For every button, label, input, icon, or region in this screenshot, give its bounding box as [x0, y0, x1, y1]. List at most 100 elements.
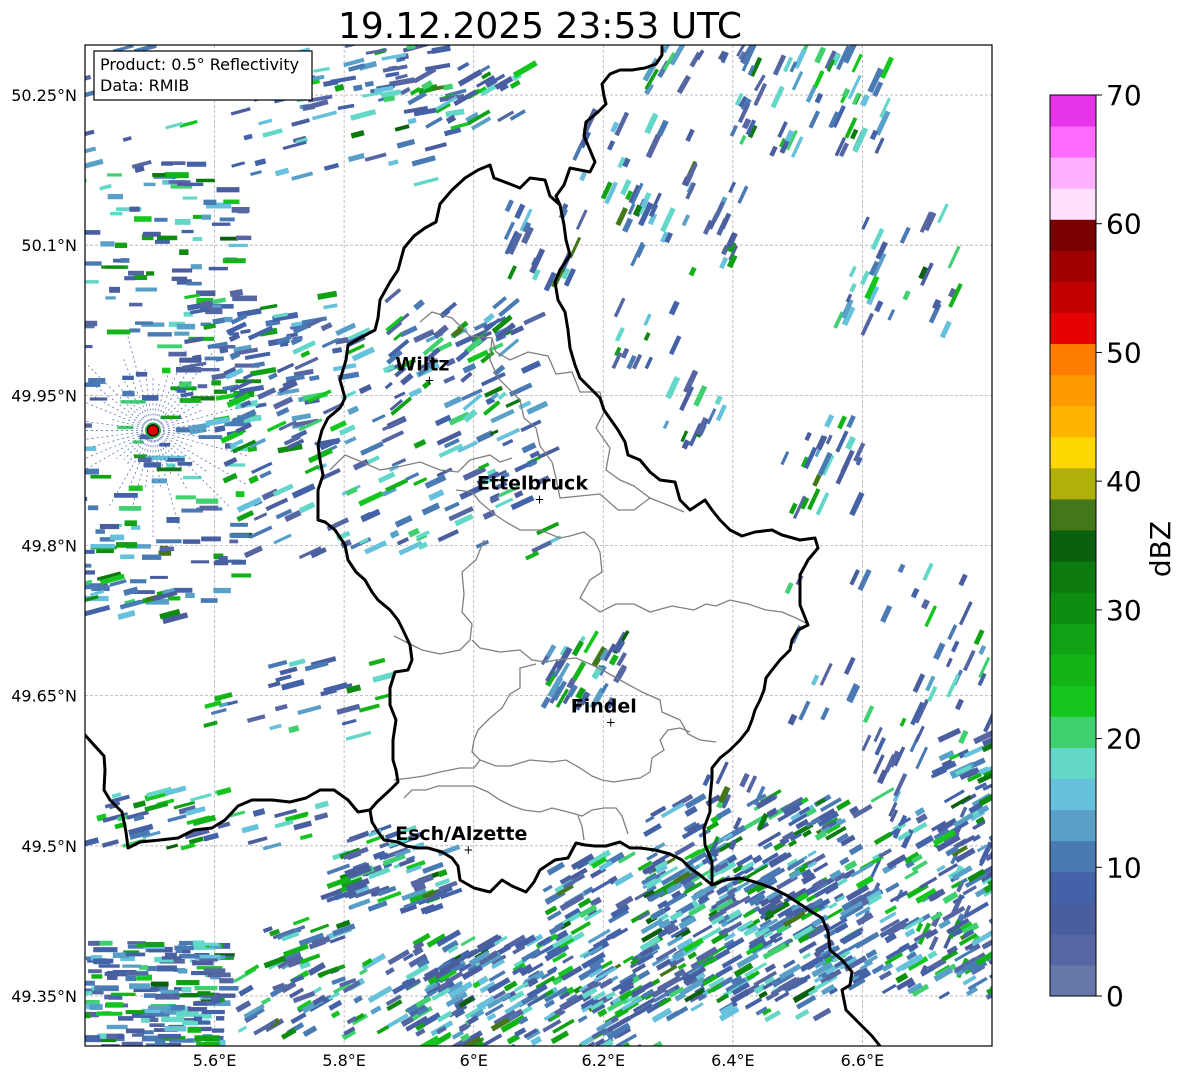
echo-cell: [133, 275, 148, 281]
city-marker: +: [463, 843, 473, 857]
echo-cell: [109, 286, 121, 293]
echo-cell: [95, 529, 105, 534]
echo-cell: [64, 575, 81, 579]
echo-cell: [91, 974, 103, 979]
echo-cell: [182, 539, 201, 544]
echo-cell: [89, 397, 108, 401]
echo-cell: [85, 570, 95, 575]
echo-cell: [320, 18, 334, 26]
colorbar-segment: [1050, 964, 1096, 997]
radar-site-marker: [146, 424, 160, 437]
echo-cell: [150, 981, 169, 987]
echo-cell: [216, 187, 240, 193]
echo-cell: [59, 413, 82, 419]
echo-cell: [46, 482, 68, 488]
echo-cell: [108, 1049, 120, 1055]
echo-cell: [193, 1016, 203, 1022]
echo-cell: [0, 164, 18, 175]
echo-cell: [497, 1051, 510, 1061]
echo-cell: [143, 462, 162, 468]
lon-tick-label: 6°E: [460, 1051, 488, 1070]
echo-cell: [223, 199, 240, 204]
echo-cell: [150, 575, 168, 579]
echo-cell: [85, 320, 98, 327]
echo-cell: [156, 467, 182, 472]
echo-cell: [0, 126, 14, 135]
echo-cell: [192, 237, 203, 241]
colorbar-segment: [1050, 126, 1096, 158]
echo-cell: [57, 189, 76, 194]
echo-cell: [114, 493, 138, 498]
echo-cell: [85, 280, 99, 284]
colorbar-segment: [1050, 778, 1096, 811]
echo-cell: [161, 956, 182, 960]
echo-cell: [181, 986, 192, 993]
echo-cell: [194, 985, 218, 991]
echo-cell: [126, 1050, 139, 1054]
echo-cell: [190, 264, 202, 270]
echo-cell: [129, 328, 141, 333]
echo-cell: [420, 1051, 436, 1063]
colorbar-label: dBZ: [1144, 521, 1177, 577]
echo-cell: [181, 229, 194, 234]
echo-cell: [213, 561, 229, 566]
echo-cell: [130, 579, 147, 584]
echo-cell: [85, 468, 100, 475]
echo-cell: [125, 975, 137, 982]
echo-cell: [44, 347, 57, 351]
city-marker: +: [424, 373, 434, 387]
echo-cell: [120, 554, 135, 560]
echo-cell: [85, 423, 92, 428]
echo-cell: [1000, 960, 1021, 974]
echo-cell: [31, 40, 52, 51]
echo-cell: [100, 241, 115, 247]
echo-cell: [182, 196, 198, 200]
echo-cell: [171, 276, 188, 281]
city-label: Wiltz: [395, 353, 449, 375]
echo-cell: [177, 182, 187, 186]
echo-cell: [197, 1020, 211, 1025]
echo-cell: [59, 589, 77, 594]
echo-cell: [151, 478, 167, 484]
echo-cell: [141, 554, 162, 560]
echo-cell: [107, 974, 118, 980]
colorbar-segment: [1050, 654, 1096, 686]
colorbar-tick-label: 20: [1106, 723, 1142, 756]
echo-cell: [128, 485, 143, 491]
echo-cell: [93, 958, 114, 964]
echo-cell: [105, 296, 116, 300]
echo-cell: [230, 522, 248, 527]
lat-tick-label: 50.1°N: [21, 236, 77, 255]
echo-cell: [48, 282, 59, 288]
city-label: Esch/Alzette: [395, 823, 527, 845]
echo-cell: [56, 70, 81, 82]
echo-cell: [181, 1020, 198, 1026]
echo-cell: [154, 217, 168, 222]
echo-cell: [998, 902, 1011, 912]
echo-cell: [54, 333, 73, 338]
echo-cell: [157, 1033, 181, 1039]
echo-cell: [66, 321, 83, 327]
lat-tick-label: 49.5°N: [21, 837, 77, 856]
city-label: Ettelbruck: [477, 472, 588, 494]
colorbar-segment: [1050, 716, 1096, 748]
echo-cell: [221, 304, 234, 309]
lat-tick-label: 49.95°N: [11, 386, 77, 405]
echo-cell: [161, 367, 171, 374]
echo-cell: [58, 575, 67, 580]
echo-cell: [991, 690, 992, 710]
lon-tick-label: 6.4°E: [711, 1051, 755, 1070]
echo-cell: [208, 266, 228, 271]
echo-cell: [85, 176, 87, 188]
echo-cell: [54, 420, 78, 426]
info-box: Product: 0.5° Reflectivity Data: RMIB: [93, 50, 313, 101]
echo-cell: [129, 983, 151, 990]
colorbar-segment: [1050, 747, 1096, 780]
echo-cell: [201, 536, 221, 542]
echo-cell: [994, 954, 1010, 966]
echo-cell: [129, 302, 143, 307]
echo-cell: [68, 23, 83, 32]
echo-cell: [746, 14, 761, 34]
echo-cell: [146, 271, 155, 276]
echo-cell: [218, 556, 228, 561]
